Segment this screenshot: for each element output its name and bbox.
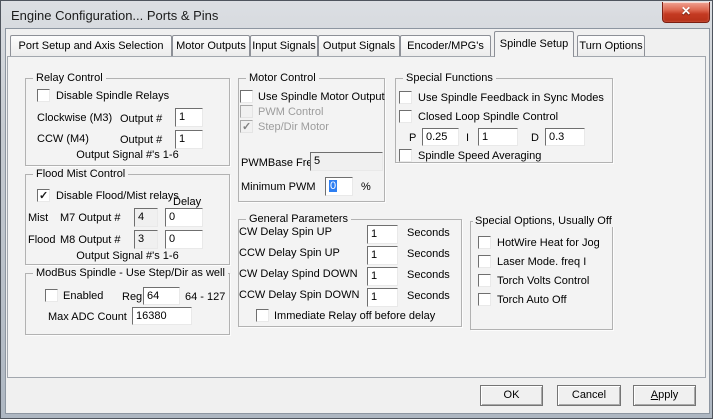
- spindle-feedback-sync-label[interactable]: Use Spindle Feedback in Sync Modes: [418, 92, 604, 105]
- relay-control-group-title: Relay Control: [33, 72, 106, 84]
- ccw-delay-spin-up-field[interactable]: 1: [367, 246, 398, 265]
- minimum-pwm-label: Minimum PWM: [241, 181, 316, 194]
- disable-spindle-relays-label[interactable]: Disable Spindle Relays: [56, 90, 169, 103]
- modbus-enabled-checkbox[interactable]: [45, 289, 58, 302]
- spindle-speed-averaging-label[interactable]: Spindle Speed Averaging: [418, 150, 541, 163]
- ccw-output-field[interactable]: 1: [175, 130, 203, 149]
- apply-button[interactable]: Apply: [633, 385, 696, 406]
- tab-output-signals[interactable]: Output Signals: [318, 35, 400, 57]
- cw-delay-spin-down-unit: Seconds: [407, 269, 450, 282]
- modbus-spindle-group-title: ModBus Spindle - Use Step/Dir as well: [33, 267, 228, 279]
- cw-delay-spin-up-unit: Seconds: [407, 227, 450, 240]
- minimum-pwm-selected-text: 0: [329, 180, 337, 192]
- modbus-reg-range-label: 64 - 127: [185, 291, 225, 304]
- ccw-m4-label: CCW (M4): [37, 133, 89, 146]
- torch-auto-off-checkbox[interactable]: [478, 293, 491, 306]
- cw-delay-spin-down-field[interactable]: 1: [367, 267, 398, 286]
- laser-mode-checkbox[interactable]: [478, 255, 491, 268]
- i-field[interactable]: 1: [478, 128, 518, 146]
- torch-auto-off-label[interactable]: Torch Auto Off: [497, 294, 567, 307]
- clockwise-output-number-label: Output #: [120, 113, 162, 126]
- mist-output-field: 4: [134, 208, 158, 227]
- i-label: I: [466, 132, 469, 145]
- ccw-delay-spin-up-unit: Seconds: [407, 248, 450, 261]
- mist-m7-output-label: M7 Output #: [60, 212, 121, 225]
- modbus-enabled-label[interactable]: Enabled: [63, 290, 103, 303]
- motor-control-group-title: Motor Control: [246, 72, 319, 84]
- pwm-control-checkbox: [240, 105, 253, 118]
- clockwise-m3-label: Clockwise (M3): [37, 112, 112, 125]
- percent-label: %: [361, 181, 371, 194]
- closed-loop-spindle-checkbox[interactable]: [399, 110, 412, 123]
- tab-motor-outputs[interactable]: Motor Outputs: [172, 35, 250, 57]
- tab-encoder-mpgs[interactable]: Encoder/MPG's: [400, 35, 491, 57]
- tab-input-signals[interactable]: Input Signals: [250, 35, 318, 57]
- cw-delay-spin-down-label: CW Delay Spind DOWN: [239, 268, 358, 281]
- cw-delay-spin-up-field[interactable]: 1: [367, 225, 398, 244]
- laser-mode-label[interactable]: Laser Mode. freq I: [497, 256, 586, 269]
- close-button[interactable]: ✕: [662, 2, 710, 23]
- apply-button-accelerator: A: [651, 389, 658, 401]
- p-label: P: [409, 132, 416, 145]
- p-field[interactable]: 0.25: [422, 128, 459, 146]
- ccw-delay-spin-up-label: CCW Delay Spin UP: [239, 247, 340, 260]
- apply-button-rest: pply: [658, 389, 678, 401]
- disable-spindle-relays-checkbox[interactable]: [37, 89, 50, 102]
- d-label: D: [531, 132, 539, 145]
- window-title: Engine Configuration... Ports & Pins: [11, 8, 218, 23]
- ccw-output-number-label: Output #: [120, 134, 162, 147]
- hotwire-heat-for-jog-label[interactable]: HotWire Heat for Jog: [497, 237, 600, 250]
- flood-output-field: 3: [134, 230, 158, 249]
- tab-port-setup-and-axis-selection[interactable]: Port Setup and Axis Selection: [10, 35, 172, 57]
- minimum-pwm-field[interactable]: 0: [325, 177, 353, 196]
- cancel-button[interactable]: Cancel: [557, 385, 621, 406]
- mist-label: Mist: [28, 212, 48, 225]
- closed-loop-spindle-label[interactable]: Closed Loop Spindle Control: [418, 111, 558, 124]
- step-dir-motor-checkbox: [240, 120, 253, 133]
- flood-label: Flood: [28, 234, 56, 247]
- flood-mist-control-group-title: Flood Mist Control: [33, 168, 128, 180]
- torch-volts-control-checkbox[interactable]: [478, 274, 491, 287]
- immediate-relay-off-label[interactable]: Immediate Relay off before delay: [274, 310, 435, 323]
- use-spindle-motor-output-checkbox[interactable]: [240, 90, 253, 103]
- clockwise-output-field[interactable]: 1: [175, 108, 203, 127]
- spindle-feedback-sync-checkbox[interactable]: [399, 91, 412, 104]
- disable-flood-mist-relays-label[interactable]: Disable Flood/Mist relays: [56, 190, 179, 203]
- modbus-reg-label: Reg: [122, 291, 142, 304]
- tab-turn-options[interactable]: Turn Options: [577, 35, 645, 57]
- max-adc-count-field[interactable]: 16380: [132, 307, 192, 325]
- close-icon: ✕: [681, 4, 691, 18]
- mist-delay-field[interactable]: 0: [165, 208, 203, 227]
- immediate-relay-off-checkbox[interactable]: [256, 309, 269, 322]
- pwmbase-freq-field: 5: [310, 152, 383, 171]
- relay-output-signal-range-label: Output Signal #'s 1-6: [30, 149, 225, 162]
- ccw-delay-spin-down-unit: Seconds: [407, 290, 450, 303]
- hotwire-heat-for-jog-checkbox[interactable]: [478, 236, 491, 249]
- step-dir-motor-label: Step/Dir Motor: [258, 121, 329, 134]
- tab-spindle-setup[interactable]: Spindle Setup: [494, 31, 574, 57]
- use-spindle-motor-output-label[interactable]: Use Spindle Motor Output: [258, 91, 385, 104]
- ok-button[interactable]: OK: [480, 385, 543, 406]
- modbus-spindle-group: ModBus Spindle - Use Step/Dir as well: [25, 273, 230, 335]
- flood-m8-output-label: M8 Output #: [60, 234, 121, 247]
- modbus-reg-field[interactable]: 64: [143, 287, 180, 305]
- ccw-delay-spin-down-field[interactable]: 1: [367, 288, 398, 307]
- flood-output-signal-range-label: Output Signal #'s 1-6: [30, 250, 225, 263]
- spindle-speed-averaging-checkbox[interactable]: [399, 149, 412, 162]
- special-functions-group-title: Special Functions: [403, 72, 496, 84]
- general-parameters-group-title: General Parameters: [246, 213, 351, 225]
- special-options-group-title: Special Options, Usually Off: [473, 215, 614, 227]
- torch-volts-control-label[interactable]: Torch Volts Control: [497, 275, 589, 288]
- max-adc-count-label: Max ADC Count: [48, 311, 127, 324]
- disable-flood-mist-relays-checkbox[interactable]: [37, 189, 50, 202]
- cw-delay-spin-up-label: CW Delay Spin UP: [239, 226, 332, 239]
- flood-delay-field[interactable]: 0: [165, 230, 203, 249]
- d-field[interactable]: 0.3: [545, 128, 585, 146]
- pwm-control-label: PWM Control: [258, 106, 323, 119]
- ccw-delay-spin-down-label: CCW Delay Spin DOWN: [239, 289, 359, 302]
